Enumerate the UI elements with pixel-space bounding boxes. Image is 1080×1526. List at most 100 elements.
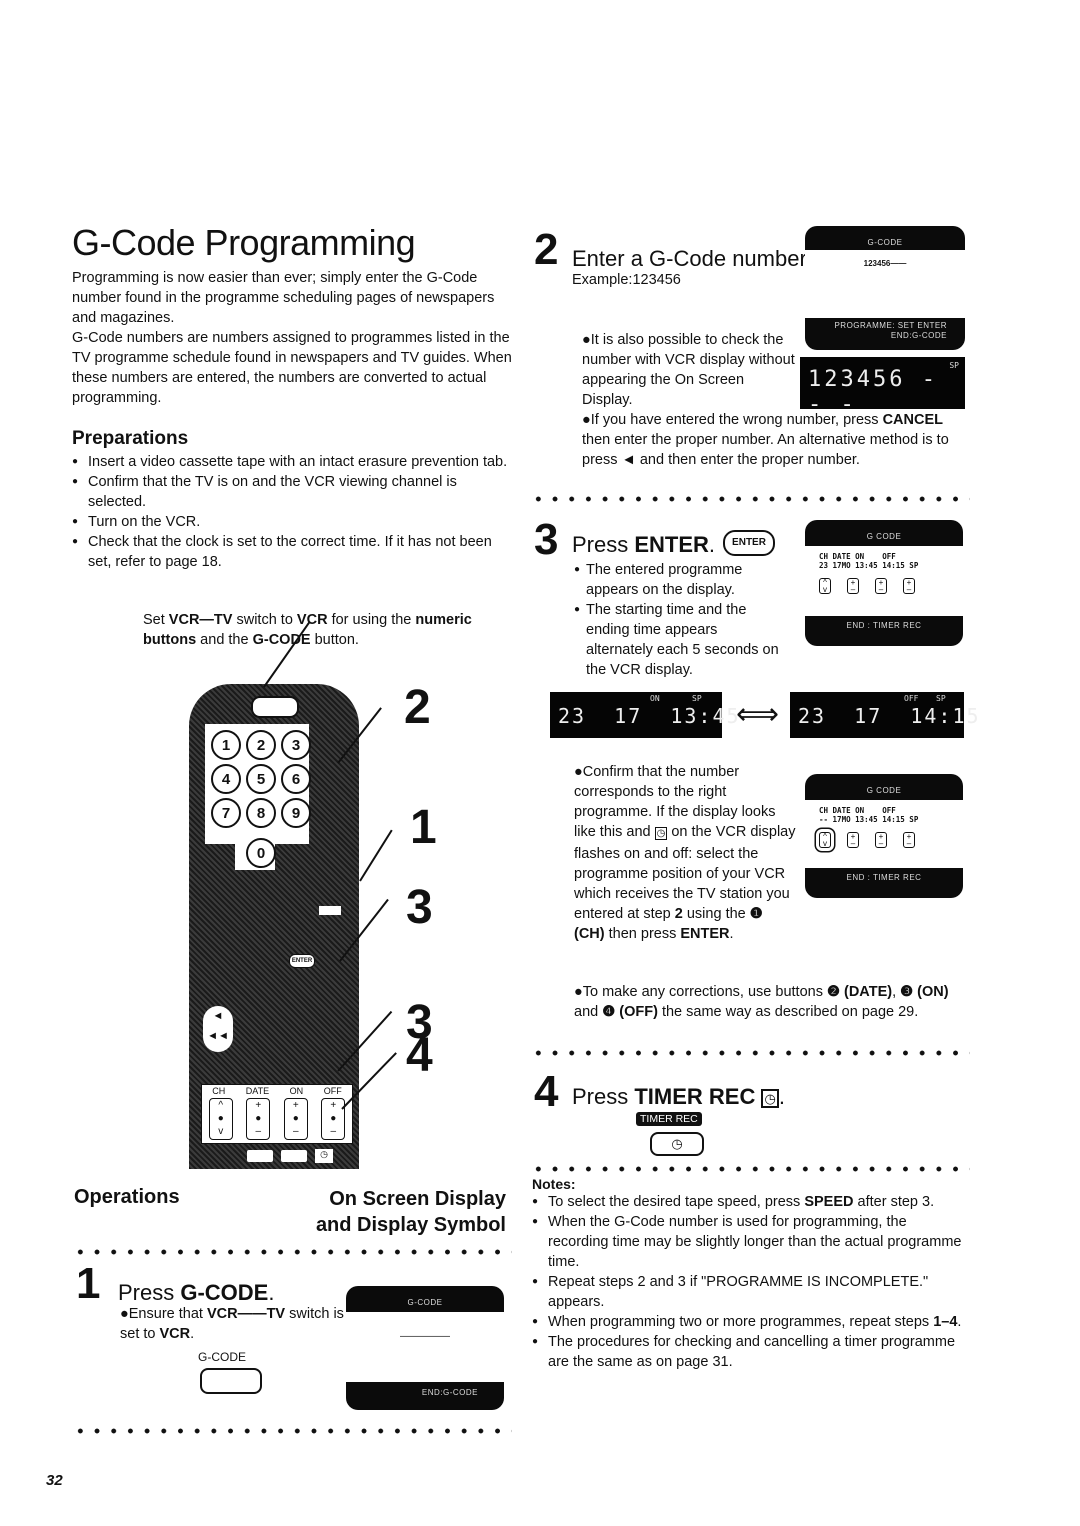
g-code-button[interactable] [251,696,299,718]
step2-example: Example:123456 [572,272,681,288]
g-code-button-label: G-CODE [198,1350,246,1364]
text: It is also possible to check the number … [582,332,795,408]
enter-button[interactable]: ENTER [289,954,315,968]
osd-screen-step2: G-CODE 123456—— PROGRAMME: SET ENTER END… [805,226,965,350]
text: the same way as described on page 29. [657,1004,919,1020]
timer-rec-icon: ◷ [671,1136,683,1151]
rewind-button[interactable]: ◄ ◄◄ [203,1006,233,1052]
osd-header: G CODE [866,532,902,541]
intro-paragraph: Programming is now easier than ever; sim… [72,270,495,326]
remote-button[interactable] [247,1150,273,1162]
osd-screen-step3-flashing: G CODE CH DATE ON OFF -- 17MO 13:45 14:1… [805,774,963,898]
osd-icons: ^ v + – + – + – [819,832,963,851]
numpad-key-7[interactable]: 7 [211,798,241,828]
numpad-key-0[interactable]: 0 [246,838,276,868]
timer-rec-button[interactable]: ◷ [315,1149,333,1163]
timer-rec-icon: ◷ [320,1149,328,1159]
cancel-button[interactable] [319,906,341,915]
text: , [892,984,901,1000]
bullet: ● [574,984,583,1000]
dotted-divider [72,1249,512,1255]
osd-labels: CH DATE ON OFF [819,806,896,815]
numpad-key-5[interactable]: 5 [246,764,276,794]
numpad-key-4[interactable]: 4 [211,764,241,794]
list-item: Confirm that the TV is on and the VCR vi… [72,472,512,512]
off-rocker-button[interactable]: + ● – [321,1098,346,1140]
numpad: 1 2 3 4 5 6 7 8 9 [211,730,311,828]
numpad-key-2[interactable]: 2 [246,730,276,760]
switch-note: Set VCR—TV switch to VCR for using the n… [143,610,473,650]
numpad-key-1[interactable]: 1 [211,730,241,760]
text: When the G-Code number is used for progr… [548,1214,962,1270]
intro-paragraph: G-Code numbers are numbers assigned to p… [72,330,512,406]
plus-minus-icon: + – [847,578,859,594]
osd-icons: ^ v + – + – + – [819,578,963,597]
vcr-lcd-display-step2: SP 123456 - - - [800,357,965,417]
text-bold: 1–4 [933,1314,958,1330]
label-ch: CH [212,1086,226,1096]
enter-button-icon[interactable]: ENTER [723,530,775,556]
timer-rec-button-icon[interactable]: ◷ [650,1132,704,1156]
text-bold: G-CODE [180,1280,269,1305]
step2-bullet: ●It is also possible to check the number… [582,330,796,410]
intro: Programming is now easier than ever; sim… [72,268,512,408]
text: . [708,532,716,557]
text: and [574,1004,603,1020]
plus-minus-icon: + – [847,832,859,848]
step3-confirm-note: ●Confirm that the number corresponds to … [574,762,796,944]
label-date: DATE [245,1086,270,1096]
osd-field: ————— [346,1312,504,1382]
callout-number: 4 [406,1029,433,1082]
g-code-button-icon[interactable] [200,1368,262,1394]
remote-button[interactable] [281,1150,307,1162]
step-number: 3 [534,515,559,564]
step3-bullets: The entered programme appears on the dis… [574,560,784,680]
osd-footer-line: PROGRAMME: SET ENTER [834,321,947,330]
osd-heading-line: On Screen Display [329,1188,506,1210]
vcr-lcd-display-off: OFF SP 23 17 14:15 [790,692,979,738]
text: button. [310,632,359,648]
numpad-key-6[interactable]: 6 [281,764,311,794]
date-rocker-button[interactable]: + ● – [246,1098,271,1140]
text: and the [196,632,253,648]
text: Set [143,612,169,628]
text: then enter the proper number. An alterna… [582,432,949,468]
bullet: ● [120,1306,129,1322]
preparations-list: Insert a video cassette tape with an int… [72,452,512,572]
timer-panel-labels: CH DATE ON OFF [202,1086,352,1096]
text-bold: VCR—TV [168,612,233,628]
step2-bullet: ●If you have entered the wrong number, p… [582,410,964,470]
page-title: G-Code Programming [72,222,416,263]
label-off: OFF [323,1086,342,1096]
text-bold: ENTER [634,532,709,557]
text-bold: ENTER [680,926,730,942]
step1-note: ●Ensure that VCR——TV switch is set to VC… [120,1304,350,1344]
osd-footer: END:G-CODE [421,1388,478,1397]
numpad-key-8[interactable]: 8 [246,798,276,828]
numpad-key-9[interactable]: 9 [281,798,311,828]
on-rocker-button[interactable]: + ● – [283,1098,308,1140]
list-item: Insert a video cassette tape with an int… [72,452,512,472]
dotted-divider [72,1428,512,1434]
ch-rocker-icon: ^ v [819,578,831,594]
bullet: ● [582,332,591,348]
dotted-divider [530,1166,970,1172]
step2-title: Enter a G-Code number. [572,246,812,271]
vcr-lcd-display-on: ON SP 23 17 13:45 [550,692,739,738]
osd-values: -- 17MO 13:45 14:15 SP [819,815,919,824]
text: Ensure that [128,1306,207,1322]
list-item: When the G-Code number is used for progr… [532,1212,968,1272]
leader-line [359,829,393,882]
timer-panel-buttons: ^ ● v + ● – + ● – + ● – [202,1098,352,1140]
text: . [778,1084,785,1109]
osd-header: G CODE [866,786,902,795]
list-item: The entered programme appears on the dis… [574,560,784,600]
text: If you have entered the wrong number, pr… [590,412,883,428]
osd-field: 123456—— [805,250,965,318]
timer-rec-icon: ◷ [654,827,668,840]
ch-rocker-button[interactable]: ^ ● v [208,1098,233,1140]
text: . [729,926,734,942]
page-number: 32 [46,1472,63,1489]
osd-header: G-CODE [407,1298,443,1307]
numpad-key-3[interactable]: 3 [281,730,311,760]
